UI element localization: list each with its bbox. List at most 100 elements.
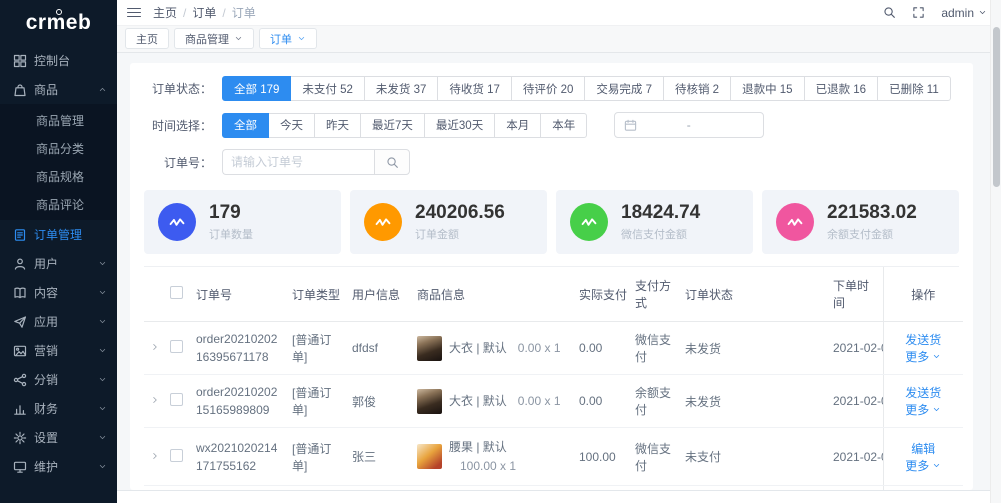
breadcrumb-item[interactable]: 订单 [192, 4, 216, 21]
action-更多[interactable]: 更多 [905, 401, 941, 418]
search-icon[interactable] [883, 6, 896, 19]
goods-icon [13, 83, 27, 97]
tab-主页[interactable]: 主页 [125, 28, 169, 49]
time-filter-button[interactable]: 本年 [540, 113, 587, 138]
fullscreen-icon[interactable] [912, 6, 925, 19]
status-filter-button[interactable]: 未发货 37 [364, 76, 439, 101]
order-no-label: 订单号： [144, 154, 212, 171]
order-status-text: 未发货 [685, 395, 721, 409]
status-filter-button[interactable]: 已退款 16 [804, 76, 879, 101]
stats-row: 179订单数量240206.56订单金额18424.74微信支付金额221583… [144, 190, 959, 254]
tab-label: 订单 [270, 31, 292, 47]
breadcrumb-separator: / [183, 6, 186, 20]
sidebar-item-user[interactable]: 用户 [0, 249, 117, 278]
status-filter-button[interactable]: 未支付 52 [290, 76, 365, 101]
status-filter-button[interactable]: 已删除 11 [877, 76, 951, 101]
status-filter-button[interactable]: 待评价 20 [511, 76, 586, 101]
order-no-cell: order2021020216395671178 [192, 322, 288, 375]
breadcrumb-item[interactable]: 主页 [153, 4, 177, 21]
sidebar-subitem[interactable]: 商品评论 [0, 190, 117, 218]
order-type-cell: [普通订单] [288, 322, 348, 375]
stat-icon [158, 203, 196, 241]
time-filter-button[interactable]: 昨天 [314, 113, 361, 138]
time-filter-button[interactable]: 全部 [222, 113, 269, 138]
sidebar-item-finance[interactable]: 财务 [0, 394, 117, 423]
time-filter-button[interactable]: 本月 [494, 113, 541, 138]
stat-value: 240206.56 [415, 202, 505, 224]
sidebar-menu: 控制台商品商品管理商品分类商品规格商品评论订单管理用户内容应用营销分销财务设置维… [0, 46, 117, 481]
date-range-separator: - [637, 118, 740, 132]
bottom-bar [117, 490, 990, 503]
sidebar-item-goods[interactable]: 商品 [0, 75, 117, 104]
sidebar-subitem[interactable]: 商品分类 [0, 134, 117, 162]
pay-type-cell: 余额支付 [631, 375, 681, 428]
action-cell: 编辑更多 [883, 428, 963, 486]
status-cell: 未发货 [681, 375, 829, 428]
select-all-checkbox[interactable] [170, 286, 183, 299]
row-checkbox[interactable] [170, 449, 183, 462]
action-发送货[interactable]: 发送货 [905, 331, 941, 348]
action-发送货[interactable]: 发送货 [905, 384, 941, 401]
chevron-down-icon [98, 317, 107, 326]
sidebar-item-label: 商品 [34, 81, 58, 98]
sidebar-item-label: 营销 [34, 342, 58, 359]
status-filter-button[interactable]: 待收货 17 [437, 76, 512, 101]
status-filter-label: 订单状态： [144, 80, 212, 97]
action-编辑[interactable]: 编辑 [911, 440, 935, 457]
dashboard-icon [13, 54, 27, 68]
product-price-qty: 100.00 x 1 [460, 459, 516, 473]
vertical-scrollbar[interactable] [990, 0, 1001, 503]
date-range-picker[interactable]: - [614, 112, 764, 138]
breadcrumb-item[interactable]: 订单 [232, 4, 256, 21]
sidebar-item-order[interactable]: 订单管理 [0, 220, 117, 249]
action-更多[interactable]: 更多 [905, 457, 941, 474]
app-root: crmeb 控制台商品商品管理商品分类商品规格商品评论订单管理用户内容应用营销分… [0, 0, 1001, 503]
breadcrumb-separator: / [222, 6, 225, 20]
product-image [417, 389, 442, 414]
status-filter-button[interactable]: 待核销 2 [663, 76, 731, 101]
sidebar-item-distribution[interactable]: 分销 [0, 365, 117, 394]
column-header: 订单状态 [681, 267, 829, 322]
chevron-right-icon[interactable] [150, 450, 160, 464]
chevron-right-icon[interactable] [150, 341, 160, 355]
order-search-button[interactable] [374, 149, 410, 175]
sidebar-item-marketing[interactable]: 营销 [0, 336, 117, 365]
chevron-down-icon [98, 433, 107, 442]
sidebar-item-settings[interactable]: 设置 [0, 423, 117, 452]
row-checkbox[interactable] [170, 393, 183, 406]
status-filter-button[interactable]: 退款中 15 [730, 76, 805, 101]
column-header: 实际支付 [575, 267, 631, 322]
sidebar-subitem[interactable]: 商品管理 [0, 106, 117, 134]
time-filter-button[interactable]: 最近30天 [424, 113, 495, 138]
sidebar-item-dashboard[interactable]: 控制台 [0, 46, 117, 75]
sidebar-item-maintain[interactable]: 维护 [0, 452, 117, 481]
menu-toggle-icon[interactable] [127, 8, 141, 18]
time-filter-button[interactable]: 今天 [268, 113, 315, 138]
status-filter-button[interactable]: 交易完成 7 [584, 76, 664, 101]
sidebar-subitem[interactable]: 商品规格 [0, 162, 117, 190]
products-cell: 大衣 | 默认0.00 x 1 [413, 375, 575, 428]
product-item: 腰果 | 默认100.00 x 1 [417, 438, 571, 475]
tab-商品管理[interactable]: 商品管理 [174, 28, 254, 49]
order-no-input[interactable] [222, 149, 374, 175]
scrollbar-thumb[interactable] [993, 27, 1000, 187]
sidebar-item-content[interactable]: 内容 [0, 278, 117, 307]
row-checkbox[interactable] [170, 340, 183, 353]
admin-dropdown[interactable]: admin [941, 6, 987, 20]
sidebar-item-app[interactable]: 应用 [0, 307, 117, 336]
stat-value: 179 [209, 202, 253, 224]
stat-value: 221583.02 [827, 202, 917, 224]
status-filter-button[interactable]: 全部 179 [222, 76, 291, 101]
order-time-cell: 2021-02-0 [829, 322, 883, 375]
user-cell: dfdsf [348, 322, 413, 375]
column-header: 操作 [883, 267, 963, 322]
stat-card: 240206.56订单金额 [350, 190, 547, 254]
action-更多[interactable]: 更多 [905, 348, 941, 365]
chevron-down-icon [98, 375, 107, 384]
time-filter-button[interactable]: 最近7天 [360, 113, 425, 138]
stat-card: 179订单数量 [144, 190, 341, 254]
chevron-right-icon[interactable] [150, 394, 160, 408]
tab-订单[interactable]: 订单 [259, 28, 317, 49]
app-icon [13, 315, 27, 329]
column-header: 订单号 [192, 267, 288, 322]
